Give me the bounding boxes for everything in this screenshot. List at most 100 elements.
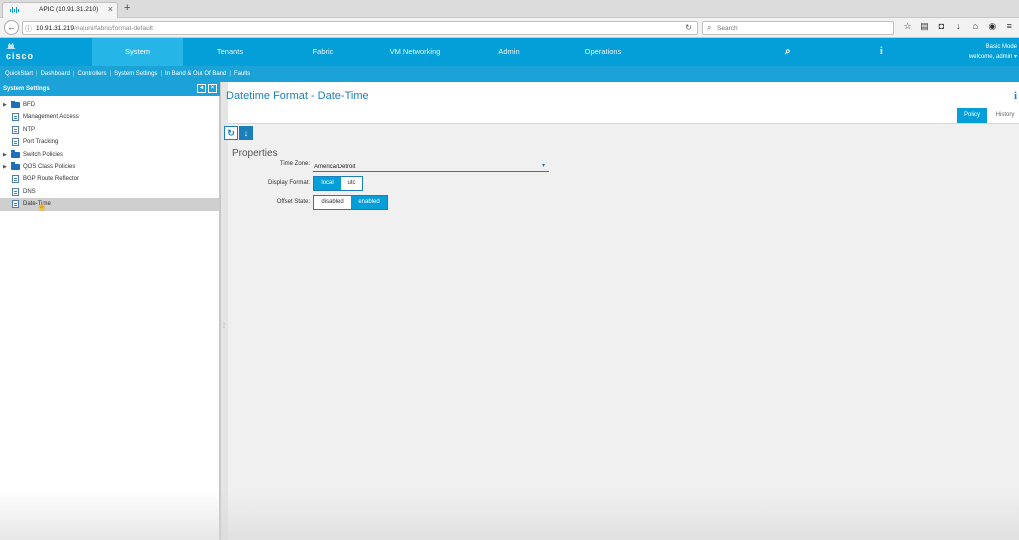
subnav-separator: |	[72, 71, 75, 77]
nav-tenants[interactable]: Tenants	[183, 38, 277, 66]
address-bar[interactable]: ⓘ 10.91.31.219/#a|uni/fabric/format-defa…	[22, 21, 698, 35]
tree-item-label: BFD	[23, 102, 35, 108]
close-tab-icon[interactable]: ×	[108, 4, 113, 14]
offset-state-disabled[interactable]: disabled	[314, 196, 351, 209]
subnav-separator: |	[36, 71, 38, 77]
display-format-utc[interactable]: utc	[341, 177, 362, 190]
work-pane-header: Datetime Format - Date-Time i Policy His…	[226, 82, 1019, 124]
splitter-grip-icon[interactable]: ⋮	[221, 322, 227, 330]
offset-state-label: Offset State:	[276, 199, 310, 205]
expand-arrow-icon[interactable]: ▶	[3, 99, 7, 111]
welcome-user[interactable]: welcome, admin ▾	[969, 52, 1017, 62]
new-tab-icon[interactable]: +	[124, 2, 130, 14]
reload-icon[interactable]: ↻	[685, 23, 692, 32]
navigation-pane: System Settings ◂ × ▶ BFD Management Acc…	[0, 82, 220, 540]
browser-action-icons: ☆ ▤ ◘ ↓ ⌂ ◉ ≡	[900, 21, 1017, 35]
display-format-label: Display Format:	[267, 180, 310, 186]
close-pane-icon[interactable]: ×	[208, 84, 217, 93]
subnav-separator: |	[109, 71, 112, 77]
subnav-quickstart[interactable]: QuickStart	[5, 71, 33, 77]
subnav-dashboard[interactable]: Dashboard	[41, 71, 70, 77]
subnav-faults[interactable]: Faults	[234, 71, 250, 77]
tree-item-ntp[interactable]: NTP	[0, 124, 219, 136]
back-arrow-icon[interactable]: ←	[4, 20, 19, 35]
time-zone-select[interactable]	[313, 162, 549, 172]
tree-item-label: NTP	[23, 126, 35, 133]
work-pane: Datetime Format - Date-Time i Policy His…	[224, 82, 1019, 540]
subnav-controllers[interactable]: Controllers	[78, 71, 107, 77]
pocket-icon[interactable]: ◘	[934, 21, 949, 31]
tree-item-bgp-route-reflector[interactable]: BGP Route Reflector	[0, 173, 219, 185]
browser-search-input[interactable]	[717, 23, 887, 34]
bookmark-star-icon[interactable]: ☆	[900, 21, 915, 32]
navigation-tree: ▶ BFD Management Access NTP Port Trackin…	[0, 99, 219, 211]
subnav-separator: |	[229, 71, 231, 77]
subnav-in-band-out-of-band[interactable]: In Band & Out Of Band	[165, 71, 226, 77]
cisco-logo: .ılıılı. cisco	[6, 42, 46, 64]
info-icon[interactable]: i	[1014, 90, 1017, 102]
nav-system[interactable]: System	[92, 38, 183, 66]
subnav-separator: |	[160, 71, 162, 77]
tree-item-label: Management Access	[23, 114, 79, 121]
browser-tab[interactable]: APIC (10.91.31.210) ×	[2, 2, 118, 18]
menu-icon[interactable]: ≡	[1002, 21, 1017, 31]
tree-item-bfd[interactable]: ▶ BFD	[0, 99, 219, 111]
pane-splitter[interactable]: ⋮	[220, 82, 228, 540]
tree-item-label: Port Tracking	[23, 139, 59, 146]
hand-cursor-icon: ☝	[37, 202, 47, 211]
expand-arrow-icon[interactable]: ▶	[3, 161, 7, 173]
folder-icon	[11, 162, 20, 170]
nav-admin[interactable]: Admin	[461, 38, 557, 66]
tree-item-date-time[interactable]: Date-Time	[0, 198, 219, 211]
folder-icon	[11, 100, 20, 108]
policy-doc-icon	[12, 125, 19, 134]
nav-fabric[interactable]: Fabric	[277, 38, 369, 66]
offset-state-toggle: disabled enabled	[313, 195, 388, 210]
url-host: 10.91.31.219	[36, 25, 74, 32]
download-icon[interactable]: ↓	[951, 21, 966, 31]
home-icon[interactable]: ⌂	[968, 21, 983, 31]
tab-history[interactable]: History	[990, 108, 1019, 123]
tree-item-label: Switch Policies	[23, 151, 64, 158]
tree-item-label: BGP Route Reflector	[23, 176, 79, 183]
search-icon: ⌕	[707, 23, 712, 32]
display-format-local[interactable]: local	[314, 177, 341, 190]
refresh-icon[interactable]: ↻	[224, 126, 238, 140]
apic-header: .ılıılı. cisco System Tenants Fabric VM …	[0, 38, 1019, 66]
folder-icon	[11, 150, 20, 158]
tree-item-port-tracking[interactable]: Port Tracking	[0, 136, 219, 148]
info-icon[interactable]: i	[880, 46, 883, 57]
expand-arrow-icon[interactable]: ▶	[3, 149, 7, 161]
browser-tab-bar: APIC (10.91.31.210) × +	[0, 0, 1019, 18]
tree-item-label: DNS	[23, 188, 36, 195]
user-info: Basic Mode welcome, admin ▾	[969, 42, 1017, 62]
cisco-bars-icon: .ılıılı.	[6, 42, 16, 51]
tree-item-management-access[interactable]: Management Access	[0, 111, 219, 123]
reading-list-icon[interactable]: ▤	[917, 21, 932, 32]
tab-policy[interactable]: Policy	[957, 108, 987, 123]
tree-item-qos-class-policies[interactable]: ▶ QOS Class Policies	[0, 161, 219, 173]
tree-item-switch-policies[interactable]: ▶ Switch Policies	[0, 149, 219, 161]
nav-vm-networking[interactable]: VM Networking	[369, 38, 461, 66]
page-title: Datetime Format - Date-Time	[226, 90, 369, 102]
search-icon[interactable]: ⌕	[785, 46, 791, 57]
collapse-pane-icon[interactable]: ◂	[197, 84, 206, 93]
mode-label[interactable]: Basic Mode	[969, 42, 1017, 52]
site-info-icon[interactable]: ⓘ	[25, 24, 32, 34]
subnav-system-settings[interactable]: System Settings	[114, 71, 157, 77]
cisco-favicon-icon	[10, 7, 19, 13]
offset-state-enabled[interactable]: enabled	[351, 196, 387, 209]
browser-tab-title: APIC (10.91.31.210)	[39, 6, 99, 13]
policy-doc-icon	[12, 175, 19, 184]
dropdown-caret-icon[interactable]: ▾	[542, 162, 545, 169]
browser-search-box[interactable]: ⌕	[702, 21, 894, 35]
url-path: /#a|uni/fabric/format-default	[73, 25, 153, 32]
nav-operations[interactable]: Operations	[557, 38, 649, 66]
download-icon[interactable]: ↓	[239, 126, 253, 140]
cisco-logo-text: cisco	[6, 51, 35, 61]
url-text[interactable]: 10.91.31.219/#a|uni/fabric/format-defaul…	[36, 25, 153, 32]
policy-doc-icon	[12, 113, 19, 122]
policy-doc-icon	[12, 200, 19, 209]
sync-icon[interactable]: ◉	[985, 21, 1000, 32]
tree-item-dns[interactable]: DNS	[0, 186, 219, 198]
